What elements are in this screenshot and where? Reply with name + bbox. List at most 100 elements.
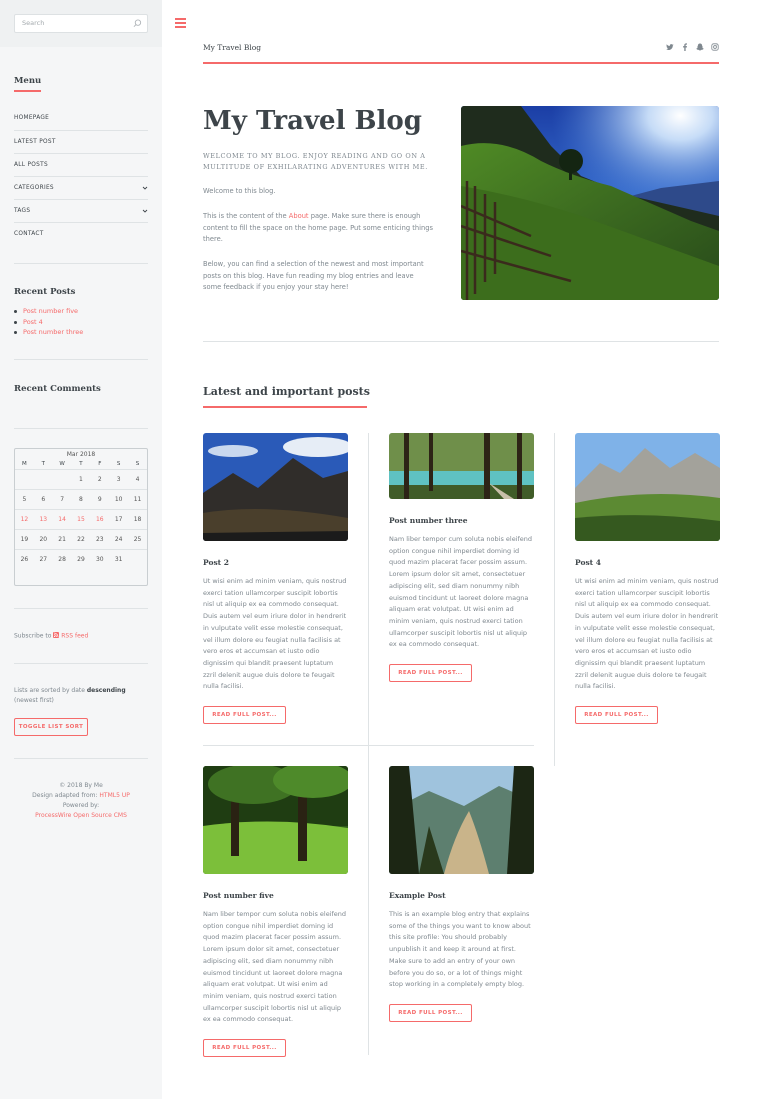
list-item: Post number five xyxy=(14,306,83,317)
grid-divider xyxy=(203,745,534,746)
site-title[interactable]: My Travel Blog xyxy=(203,43,261,52)
calendar-day-header: W xyxy=(59,460,65,467)
search-input[interactable]: Search xyxy=(14,14,148,33)
post-image[interactable] xyxy=(389,433,534,499)
read-full-post-button[interactable]: READ FULL POST... xyxy=(389,1003,472,1022)
header-underline xyxy=(203,62,719,64)
post-title[interactable]: Post number five xyxy=(203,891,348,900)
post-card: Post number five Nam liber tempor cum so… xyxy=(203,766,348,1058)
grid-divider xyxy=(368,433,369,1055)
recent-post-link[interactable]: Post number five xyxy=(23,307,78,315)
post-title[interactable]: Post 2 xyxy=(203,558,348,567)
post-excerpt: Ut wisi enim ad minim veniam, quis nostr… xyxy=(575,577,719,691)
sidebar-item-homepage[interactable]: HOMEPAGE xyxy=(14,107,148,130)
calendar-day: 10 xyxy=(109,488,129,509)
calendar-day[interactable]: 12 xyxy=(15,508,34,529)
post-title[interactable]: Post 4 xyxy=(575,558,720,567)
calendar-day: 22 xyxy=(71,528,91,549)
sidebar-item-categories[interactable]: CATEGORIES xyxy=(14,176,148,199)
post-title[interactable]: Post number three xyxy=(389,516,534,525)
hero-paragraph: Welcome to this blog. xyxy=(203,187,276,195)
calendar-table: MTWTFSS 1 2 3 4 5 6 7 8 9 10 11 12 13 14 15 16 17 18 19 20 2… xyxy=(15,459,147,569)
calendar-day xyxy=(33,468,53,489)
sidebar-item-contact[interactable]: CONTACT xyxy=(14,222,148,245)
calendar-day xyxy=(15,468,34,489)
calendar-day xyxy=(52,468,72,489)
calendar-day: 25 xyxy=(128,528,147,549)
sidebar-menu: HOMEPAGE LATEST POST ALL POSTS CATEGORIE… xyxy=(14,107,148,245)
snapchat-icon[interactable] xyxy=(696,43,704,51)
calendar-day-header: S xyxy=(116,460,121,467)
chevron-down-icon[interactable] xyxy=(142,185,148,191)
sidebar-item-latest-post[interactable]: LATEST POST xyxy=(14,130,148,153)
post-excerpt: Nam liber tempor cum soluta nobis eleife… xyxy=(389,535,533,649)
hero-title: My Travel Blog xyxy=(203,106,422,136)
rss-icon xyxy=(53,632,60,638)
about-link[interactable]: About xyxy=(289,212,309,220)
recent-post-link[interactable]: Post number three xyxy=(23,328,83,336)
html5up-link[interactable]: HTML5 UP xyxy=(99,792,129,799)
processwire-link[interactable]: ProcessWire Open Source CMS xyxy=(35,812,127,819)
calendar-day[interactable]: 14 xyxy=(52,508,72,529)
calendar-day: 11 xyxy=(128,488,147,509)
calendar-day[interactable]: 15 xyxy=(71,508,91,529)
calendar-day-header: S xyxy=(135,460,140,467)
hero-image xyxy=(461,106,719,300)
calendar-day: 24 xyxy=(109,528,129,549)
post-image[interactable] xyxy=(203,766,348,874)
toggle-list-sort-button[interactable]: TOGGLE LIST SORT xyxy=(14,718,88,736)
calendar-day[interactable]: 16 xyxy=(90,508,110,529)
post-image[interactable] xyxy=(575,433,720,541)
sidebar-item-tags[interactable]: TAGS xyxy=(14,199,148,222)
calendar-day-header: F xyxy=(98,460,102,467)
instagram-icon[interactable] xyxy=(711,43,719,51)
calendar-day xyxy=(128,548,147,569)
post-title[interactable]: Example Post xyxy=(389,891,534,900)
calendar: Mar 2018 MTWTFSS 1 2 3 4 5 6 7 8 9 10 11 12 13 14 15 16… xyxy=(14,448,148,586)
divider xyxy=(14,428,148,429)
calendar-day-header: T xyxy=(41,460,45,467)
twitter-icon[interactable] xyxy=(666,43,674,51)
calendar-day: 1 xyxy=(71,468,91,489)
calendar-day-header: T xyxy=(79,460,83,467)
sidebar-item-all-posts[interactable]: ALL POSTS xyxy=(14,153,148,176)
hero-paragraph: Below, you can find a selection of the n… xyxy=(203,260,424,291)
rss-feed-link[interactable]: RSS feed xyxy=(61,633,88,640)
menu-icon[interactable] xyxy=(175,18,186,28)
calendar-day: 2 xyxy=(90,468,110,489)
sort-note: Lists are sorted by date descending (new… xyxy=(14,687,126,704)
calendar-day: 5 xyxy=(15,488,34,509)
menu-heading-underline xyxy=(14,90,41,92)
calendar-day: 28 xyxy=(52,548,72,569)
calendar-day: 21 xyxy=(52,528,72,549)
calendar-day[interactable]: 13 xyxy=(33,508,53,529)
calendar-day: 18 xyxy=(128,508,147,529)
divider xyxy=(14,263,148,264)
recent-comments-heading: Recent Comments xyxy=(14,384,101,394)
calendar-day: 3 xyxy=(109,468,129,489)
post-excerpt: Nam liber tempor cum soluta nobis eleife… xyxy=(203,910,347,1024)
recent-post-link[interactable]: Post 4 xyxy=(23,318,43,326)
read-full-post-button[interactable]: READ FULL POST... xyxy=(389,664,472,683)
subscribe-text: Subscribe to RSS feed xyxy=(14,632,89,640)
calendar-day: 30 xyxy=(90,548,110,569)
divider xyxy=(14,608,148,609)
facebook-icon[interactable] xyxy=(681,43,689,51)
calendar-day: 8 xyxy=(71,488,91,509)
read-full-post-button[interactable]: READ FULL POST... xyxy=(203,706,286,725)
social-icons xyxy=(666,43,719,51)
post-excerpt: This is an example blog entry that expla… xyxy=(389,910,531,989)
post-image[interactable] xyxy=(203,433,348,541)
post-image[interactable] xyxy=(389,766,534,874)
hero-paragraph: This is the content of the About page. M… xyxy=(203,212,433,243)
read-full-post-button[interactable]: READ FULL POST... xyxy=(575,706,658,725)
hero-subtitle: Welcome to my blog. Enjoy reading and go… xyxy=(203,152,428,171)
posts-section-underline xyxy=(203,406,367,408)
calendar-day: 29 xyxy=(71,548,91,569)
list-item: Post number three xyxy=(14,327,83,338)
chevron-down-icon[interactable] xyxy=(142,208,148,214)
divider xyxy=(14,758,148,759)
read-full-post-button[interactable]: READ FULL POST... xyxy=(203,1039,286,1058)
calendar-day: 7 xyxy=(52,488,72,509)
search-icon[interactable] xyxy=(133,19,142,28)
